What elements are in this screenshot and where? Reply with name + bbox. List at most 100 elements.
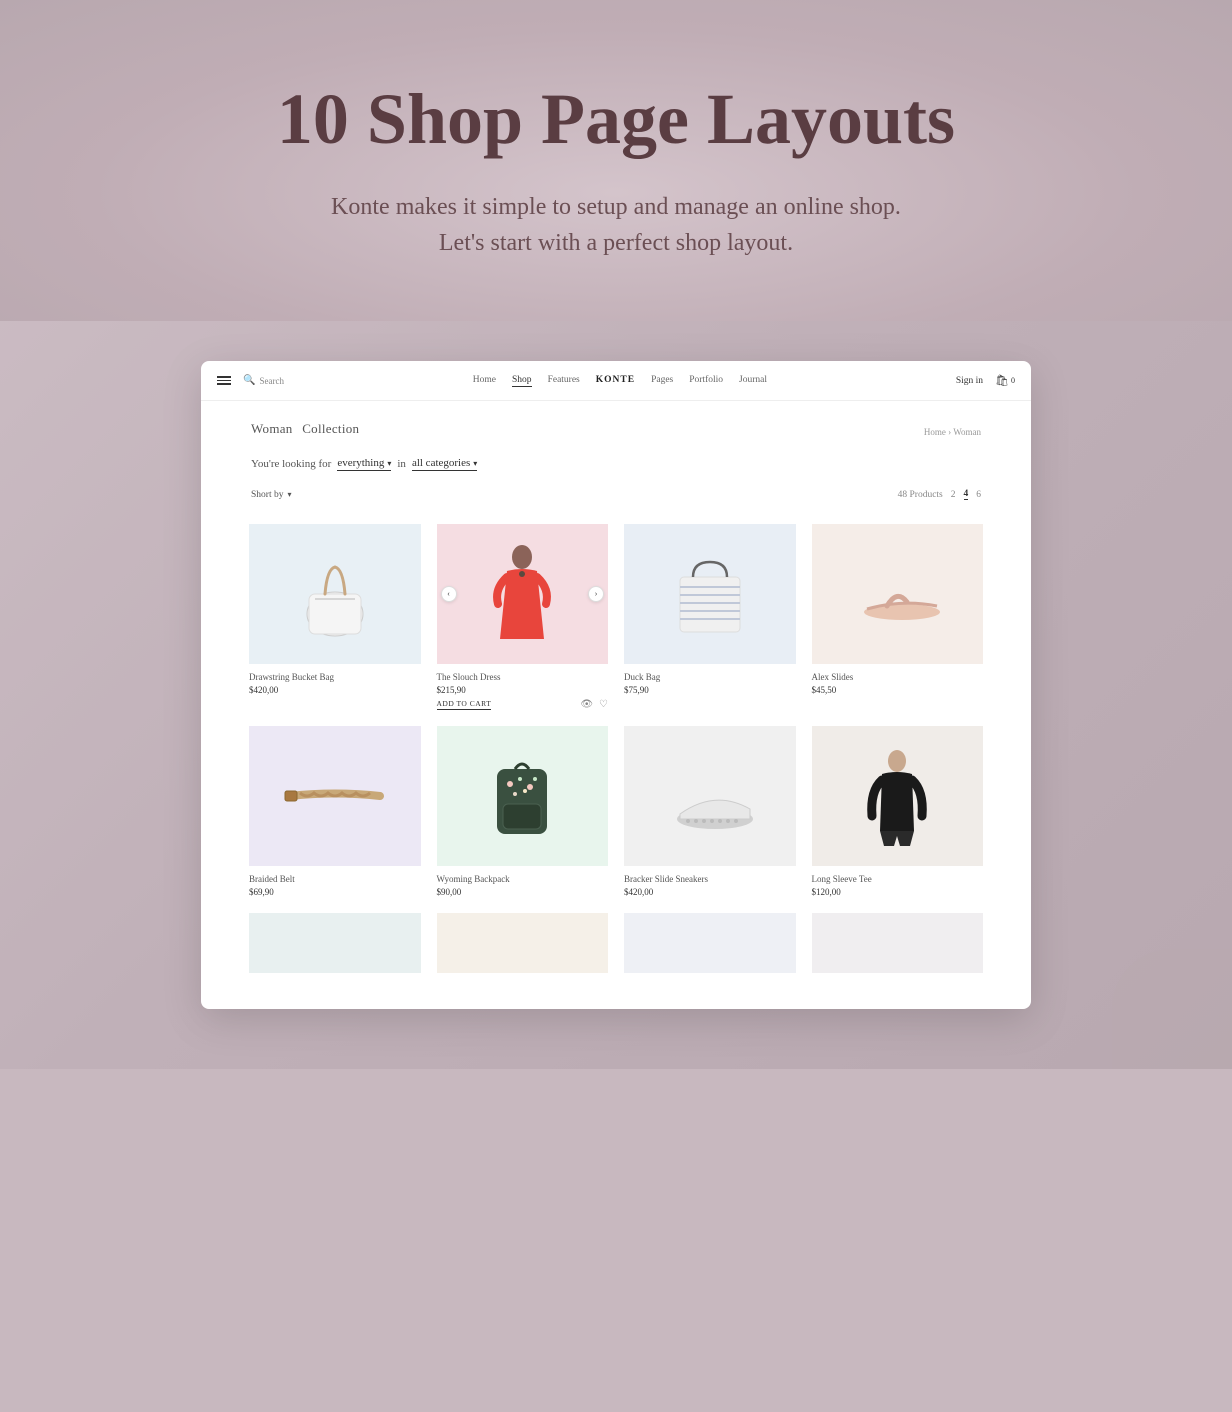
filter-everything-label: everything: [337, 457, 384, 469]
product-price: $420,00: [624, 887, 796, 897]
sort-right: 48 Products 2 4 6: [898, 489, 981, 500]
product-image[interactable]: [812, 726, 984, 866]
product-image[interactable]: [249, 913, 421, 973]
nav-links: Home Shop Features KONTE Pages Portfolio…: [473, 375, 767, 387]
product-actions: 👁 ♡: [580, 699, 608, 710]
decoration-shape: [1112, 949, 1232, 1069]
product-item: Alex Slides $45,50: [804, 516, 992, 718]
bag-icon: 🛍: [995, 374, 1009, 387]
product-price: $75,90: [624, 685, 796, 695]
product-thumbnail: [437, 726, 609, 866]
product-thumbnail: [624, 913, 796, 973]
product-thumbnail: [249, 913, 421, 973]
product-item: [241, 905, 429, 989]
product-name: Bracker Slide Sneakers: [624, 874, 796, 884]
filter-category-label: all categories: [412, 457, 470, 469]
collection-title: Woman Collection: [251, 421, 365, 437]
product-item: Duck Bag $75,90: [616, 516, 804, 718]
product-image[interactable]: [624, 913, 796, 973]
product-thumbnail: [624, 726, 796, 866]
product-price: $45,50: [812, 685, 984, 695]
product-price: $215,90: [437, 685, 609, 695]
product-item: Long Sleeve Tee $120,00: [804, 718, 992, 905]
add-to-cart-button[interactable]: ADD TO CART: [437, 699, 492, 710]
product-thumbnail: [812, 524, 984, 664]
cart-count: 0: [1011, 376, 1015, 385]
product-item: Bracker Slide Sneakers $420,00: [616, 718, 804, 905]
quickview-icon[interactable]: 👁: [580, 699, 593, 710]
add-to-cart-bar: ADD TO CART 👁 ♡: [437, 699, 609, 710]
col-4-option[interactable]: 4: [964, 489, 969, 500]
page-header: Woman Collection Home › Woman: [201, 401, 1031, 447]
product-thumbnail: [624, 524, 796, 664]
filter-bar: You're looking for everything ▾ in all c…: [201, 447, 1031, 481]
product-price: $420,00: [249, 685, 421, 695]
browser-mockup: 🔍 Search Home Shop Features KONTE Pages …: [201, 361, 1031, 1009]
product-name: Alex Slides: [812, 672, 984, 682]
product-image[interactable]: [624, 524, 796, 664]
product-price: $120,00: [812, 887, 984, 897]
nav-portfolio[interactable]: Portfolio: [689, 375, 723, 387]
nav-shop[interactable]: Shop: [512, 375, 532, 387]
product-item: ‹ › The Slouch Dress $215,90 ADD TO CART…: [429, 516, 617, 718]
product-name: Braided Belt: [249, 874, 421, 884]
nav-logo[interactable]: KONTE: [596, 375, 635, 387]
product-price: $69,90: [249, 887, 421, 897]
product-name: Long Sleeve Tee: [812, 874, 984, 884]
chevron-down-icon: ▾: [473, 459, 477, 468]
col-6-option[interactable]: 6: [976, 490, 981, 500]
product-name: The Slouch Dress: [437, 672, 609, 682]
carousel-next-button[interactable]: ›: [588, 586, 604, 602]
product-image[interactable]: [437, 726, 609, 866]
product-name: Wyoming Backpack: [437, 874, 609, 884]
carousel-controls: ‹ ›: [437, 586, 609, 602]
product-grid: Drawstring Bucket Bag $420,00: [201, 508, 1031, 1009]
carousel-prev-button[interactable]: ‹: [441, 586, 457, 602]
product-item: [429, 905, 617, 989]
nav-journal[interactable]: Journal: [739, 375, 767, 387]
nav-features[interactable]: Features: [548, 375, 580, 387]
sort-left: Short by ▾: [251, 490, 291, 500]
product-thumbnail: [249, 524, 421, 664]
product-thumbnail: [812, 913, 984, 973]
hamburger-menu[interactable]: [217, 376, 231, 385]
product-image[interactable]: [624, 726, 796, 866]
filter-everything-dropdown[interactable]: everything ▾: [337, 457, 391, 471]
product-image[interactable]: [812, 913, 984, 973]
sort-chevron-icon[interactable]: ▾: [287, 490, 291, 499]
sort-bar: Short by ▾ 48 Products 2 4 6: [201, 481, 1031, 508]
search-label: Search: [259, 376, 284, 386]
search-icon: 🔍: [243, 375, 255, 386]
title-part1: Woman: [251, 421, 293, 436]
product-image[interactable]: ‹ ›: [437, 524, 609, 664]
product-image[interactable]: [249, 726, 421, 866]
product-item: [804, 905, 992, 989]
product-item: Braided Belt $69,90: [241, 718, 429, 905]
breadcrumb: Home › Woman: [924, 427, 981, 437]
title-part2: Collection: [302, 421, 359, 436]
product-image[interactable]: [812, 524, 984, 664]
product-price: $90,00: [437, 887, 609, 897]
nav-home[interactable]: Home: [473, 375, 496, 387]
product-image[interactable]: [249, 524, 421, 664]
hero-title: 10 Shop Page Layouts: [20, 80, 1212, 159]
filter-category-dropdown[interactable]: all categories ▾: [412, 457, 477, 471]
product-name: Duck Bag: [624, 672, 796, 682]
sort-by-label: Short by: [251, 490, 283, 500]
col-2-option[interactable]: 2: [951, 490, 956, 500]
wishlist-icon[interactable]: ♡: [599, 699, 608, 710]
product-item: Drawstring Bucket Bag $420,00: [241, 516, 429, 718]
cart-icon[interactable]: 🛍 0: [995, 374, 1015, 387]
nav-search-area[interactable]: 🔍 Search: [243, 375, 284, 386]
sign-in-link[interactable]: Sign in: [956, 376, 983, 386]
product-item: [616, 905, 804, 989]
chevron-down-icon: ▾: [387, 459, 391, 468]
product-image[interactable]: [437, 913, 609, 973]
product-thumbnail: [437, 913, 609, 973]
hero-subtitle: Konte makes it simple to setup and manag…: [20, 189, 1212, 261]
nav-pages[interactable]: Pages: [651, 375, 673, 387]
product-name: Drawstring Bucket Bag: [249, 672, 421, 682]
product-item: Wyoming Backpack $90,00: [429, 718, 617, 905]
products-count: 48 Products: [898, 490, 943, 500]
filter-in-text: in: [397, 458, 406, 470]
